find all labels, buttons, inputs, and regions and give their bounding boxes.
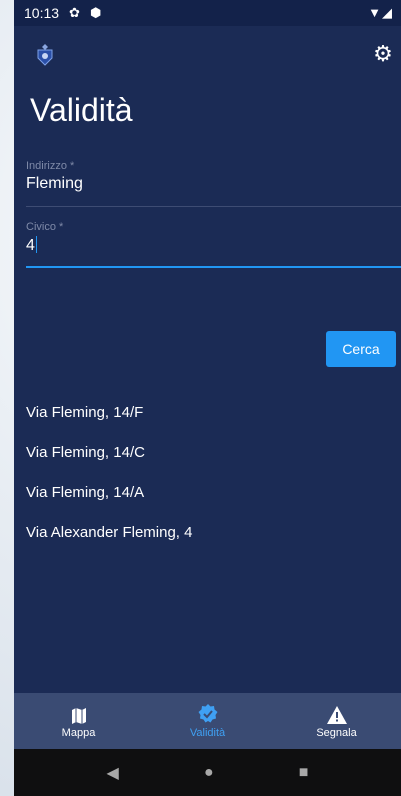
page-title: Validità [30, 92, 133, 128]
map-icon [71, 704, 86, 724]
gear-icon: ✿ [69, 5, 80, 20]
nav-item-validita[interactable]: Validità [143, 693, 272, 749]
nav-label-segnala: Segnala [316, 726, 357, 739]
verified-icon [198, 703, 218, 724]
list-item[interactable]: Via Fleming, 14/C [26, 433, 401, 473]
list-item[interactable]: Via Fleming, 14/F [26, 393, 401, 433]
list-item[interactable]: Via Fleming, 14/A [26, 473, 401, 513]
text-caret [35, 236, 37, 253]
status-time: 10:13 [24, 5, 60, 21]
signal-battery-icon: ▼◢ [368, 5, 393, 20]
back-icon[interactable]: ◀ [107, 763, 119, 783]
civic-field[interactable]: Civico * 4 [26, 221, 401, 268]
civic-underline [26, 266, 401, 268]
address-underline [26, 206, 401, 207]
address-value: Fleming [26, 175, 83, 192]
recents-icon[interactable]: ■ [299, 764, 309, 782]
civic-label: Civico * [26, 221, 64, 233]
status-bar: 10:13 ✿ ⬢ ▼◢ [14, 0, 401, 26]
settings-gear-icon[interactable]: ⚙ [371, 42, 395, 66]
nav-item-segnala[interactable]: Segnala [272, 693, 401, 749]
address-field[interactable]: Indirizzo * Fleming [26, 160, 401, 207]
list-item[interactable]: Via Alexander Fleming, 4 [26, 513, 401, 553]
app-screen: 10:13 ✿ ⬢ ▼◢ ⚙ Validità Indirizzo * Flem… [14, 0, 401, 796]
search-button[interactable]: Cerca [326, 331, 396, 367]
civic-value-row: 4 [26, 236, 401, 255]
bottom-navigation: Mappa Validità Segnala [14, 693, 401, 749]
shield-icon: ⬢ [89, 5, 102, 20]
home-icon[interactable]: ● [204, 764, 214, 782]
nav-label-mappa: Mappa [61, 726, 96, 739]
results-list: Via Fleming, 14/F Via Fleming, 14/C Via … [26, 393, 401, 553]
logo-icon [37, 44, 53, 66]
app-header: ⚙ [14, 26, 401, 82]
nav-item-mappa[interactable]: Mappa [14, 693, 143, 749]
address-label: Indirizzo * [26, 160, 75, 172]
system-navigation-bar: ◀ ● ■ [14, 749, 401, 796]
civic-value: 4 [26, 237, 35, 254]
warning-icon [326, 704, 347, 724]
nav-label-validita: Validità [189, 726, 226, 739]
